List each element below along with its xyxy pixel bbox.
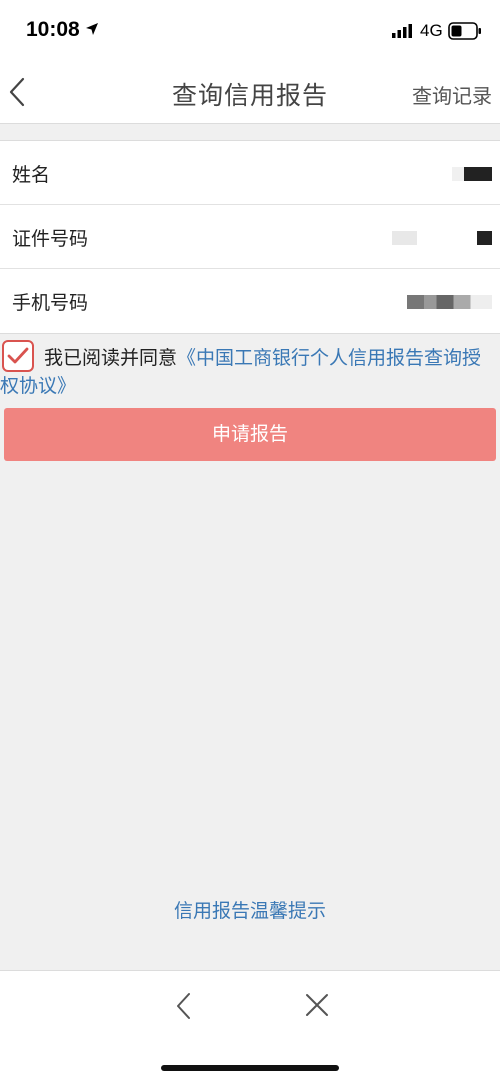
apply-report-button[interactable]: 申请报告 [4,408,496,461]
close-icon[interactable] [305,993,329,1017]
bottom-toolbar [0,970,500,1082]
chevron-left-icon[interactable] [174,991,194,1021]
location-arrow-icon [86,23,98,35]
nav-bar: 查询信用报告 查询记录 [0,60,500,124]
query-records-link[interactable]: 查询记录 [412,80,492,109]
network-label: 4G [420,21,443,40]
status-time: 10:08 [26,18,80,41]
info-form: 姓名 证件号码 手机号码 [0,140,500,334]
home-indicator[interactable] [161,1065,339,1071]
agree-checkbox[interactable] [2,340,34,372]
name-label: 姓名 [12,164,51,186]
agreement-prefix: 我已阅读并同意 [44,347,178,369]
id-number-value-masked [392,231,492,245]
name-value-masked [452,167,492,181]
agreement-text: 我已阅读并同意《中国工商银行个人信用报告查询授权协议》 [0,344,492,400]
checkmark-icon [7,347,29,364]
battery-icon [448,22,481,40]
status-bar: 10:08 4G [0,0,500,60]
form-row-name: 姓名 [0,141,500,205]
phone-label: 手机号码 [12,292,89,314]
form-row-id-number: 证件号码 [0,205,500,269]
signal-icon [392,24,412,38]
phone-value-masked [407,295,492,309]
form-row-phone: 手机号码 [0,269,500,333]
id-number-label: 证件号码 [12,228,89,250]
credit-report-tips-link[interactable]: 信用报告温馨提示 [0,896,500,923]
